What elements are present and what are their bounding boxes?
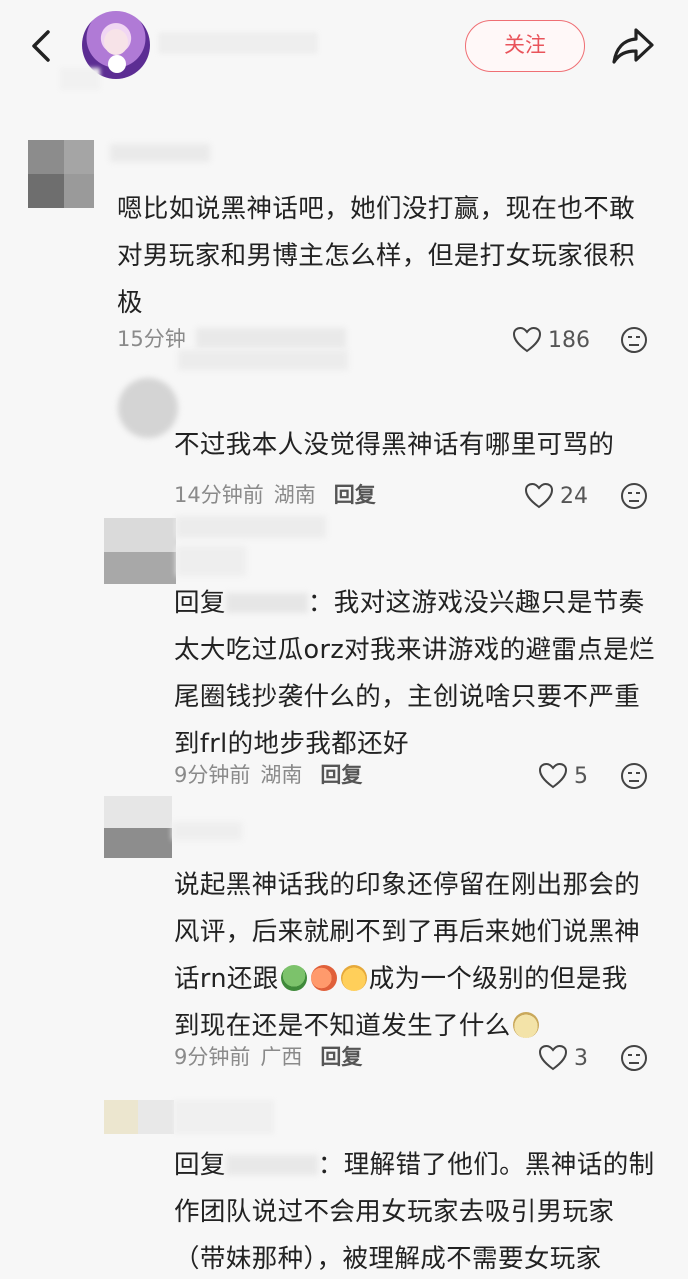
dog-emoji-icon (512, 1012, 539, 1038)
reply-button[interactable]: 回复 (334, 483, 376, 507)
author-name-blurred (158, 32, 318, 54)
share-icon[interactable] (610, 24, 656, 68)
commenter-avatar-blurred[interactable] (104, 518, 176, 584)
commenter-name-blurred (110, 140, 210, 170)
comment-meta: 14分钟前 湖南 回复 (174, 480, 376, 510)
like-button[interactable]: 24 (524, 480, 588, 512)
commenter-name-blurred (176, 512, 326, 582)
commenter-avatar-blurred[interactable] (104, 796, 172, 866)
like-button[interactable]: 186 (512, 324, 590, 356)
commenter-name-blurred (178, 340, 348, 380)
comment-line: 风评，后来就刷不到了再后来她们说黑神 (174, 917, 641, 947)
heart-icon (538, 1044, 568, 1071)
comment-text: 不过我本人没觉得黑神话有哪里可骂的 (174, 430, 615, 460)
comment-line: 说起黑神话我的印象还停留在刚出那会的 (174, 870, 641, 900)
cat-emoji-icon (340, 965, 367, 991)
like-count: 186 (548, 327, 590, 353)
comment-meta: 9分钟前 广西 回复 (174, 1042, 362, 1072)
comment-text: 说起黑神话我的印象还停留在刚出那会的 风评，后来就刷不到了再后来她们说黑神 话r… (174, 862, 664, 1050)
comment-line-part: 话rn还跟 (174, 964, 279, 994)
follow-button[interactable]: 关注 (465, 20, 585, 72)
reply-prefix: 回复 (174, 1150, 226, 1180)
like-count: 24 (560, 483, 588, 509)
reply-target-blurred (225, 589, 308, 615)
commenter-avatar-blurred[interactable] (104, 1100, 274, 1140)
dislike-emoji-icon[interactable] (620, 762, 648, 790)
like-button[interactable]: 5 (538, 760, 588, 792)
comment-location: 广西 (260, 1045, 303, 1069)
comment-location: 湖南 (260, 763, 303, 787)
commenter-avatar-blurred[interactable] (28, 140, 108, 208)
dislike-emoji-icon[interactable] (620, 482, 648, 510)
comment-line-part: 到现在还是不知道发生了什么 (174, 1011, 511, 1041)
comment-line-part: 成为一个级别的但是我 (368, 964, 628, 994)
comment-text: 回复 ：理解错了他们。黑神话的制作团队说过不会用女玩家去吸引男玩家（带妹那种），被… (174, 1142, 660, 1279)
reply-target-blurred (225, 1151, 318, 1177)
back-arrow-icon[interactable] (22, 26, 62, 66)
blurred-region (60, 68, 100, 90)
comment-meta: 9分钟前 湖南 回复 (174, 760, 362, 790)
dislike-emoji-icon[interactable] (620, 326, 648, 354)
heart-icon (512, 326, 542, 353)
heart-icon (538, 762, 568, 789)
comment-text: 嗯比如说黑神话吧，她们没打赢，现在也不敢对男玩家和男博主怎么样，但是打女玩家很积… (117, 194, 636, 318)
comment-line: 话rn还跟 成为一个级别的但是我 (174, 956, 664, 1003)
comment-meta: 15分钟 (117, 324, 186, 354)
comment-time: 14分钟前 (174, 483, 264, 507)
dislike-emoji-icon[interactable] (620, 1044, 648, 1072)
like-button[interactable]: 3 (538, 1042, 588, 1074)
heart-icon (524, 482, 554, 509)
turtle-emoji-icon (280, 965, 307, 991)
like-count: 3 (574, 1045, 588, 1071)
commenter-name-blurred (172, 808, 252, 848)
commenter-avatar-blurred[interactable] (118, 378, 178, 438)
shrimp-emoji-icon (310, 965, 337, 991)
reply-prefix: 回复 (174, 588, 226, 618)
comment-page: 关注 嗯比如说黑神话吧，她们没打赢，现在也不敢对男玩家和男博主怎么样，但是打女玩… (0, 0, 688, 1279)
comment-text: 回复 ：我对这游戏没兴趣只是节奏太大吃过瓜orz对我来讲游戏的避雷点是烂尾圈钱抄袭… (174, 580, 656, 768)
reply-button[interactable]: 回复 (320, 763, 362, 787)
reply-button[interactable]: 回复 (320, 1045, 362, 1069)
comment-time: 9分钟前 (174, 1045, 251, 1069)
comment-time: 15分钟 (117, 327, 186, 351)
comment-time: 9分钟前 (174, 763, 251, 787)
comment-location: 湖南 (273, 483, 316, 507)
like-count: 5 (574, 763, 588, 789)
top-bar: 关注 (0, 0, 688, 100)
